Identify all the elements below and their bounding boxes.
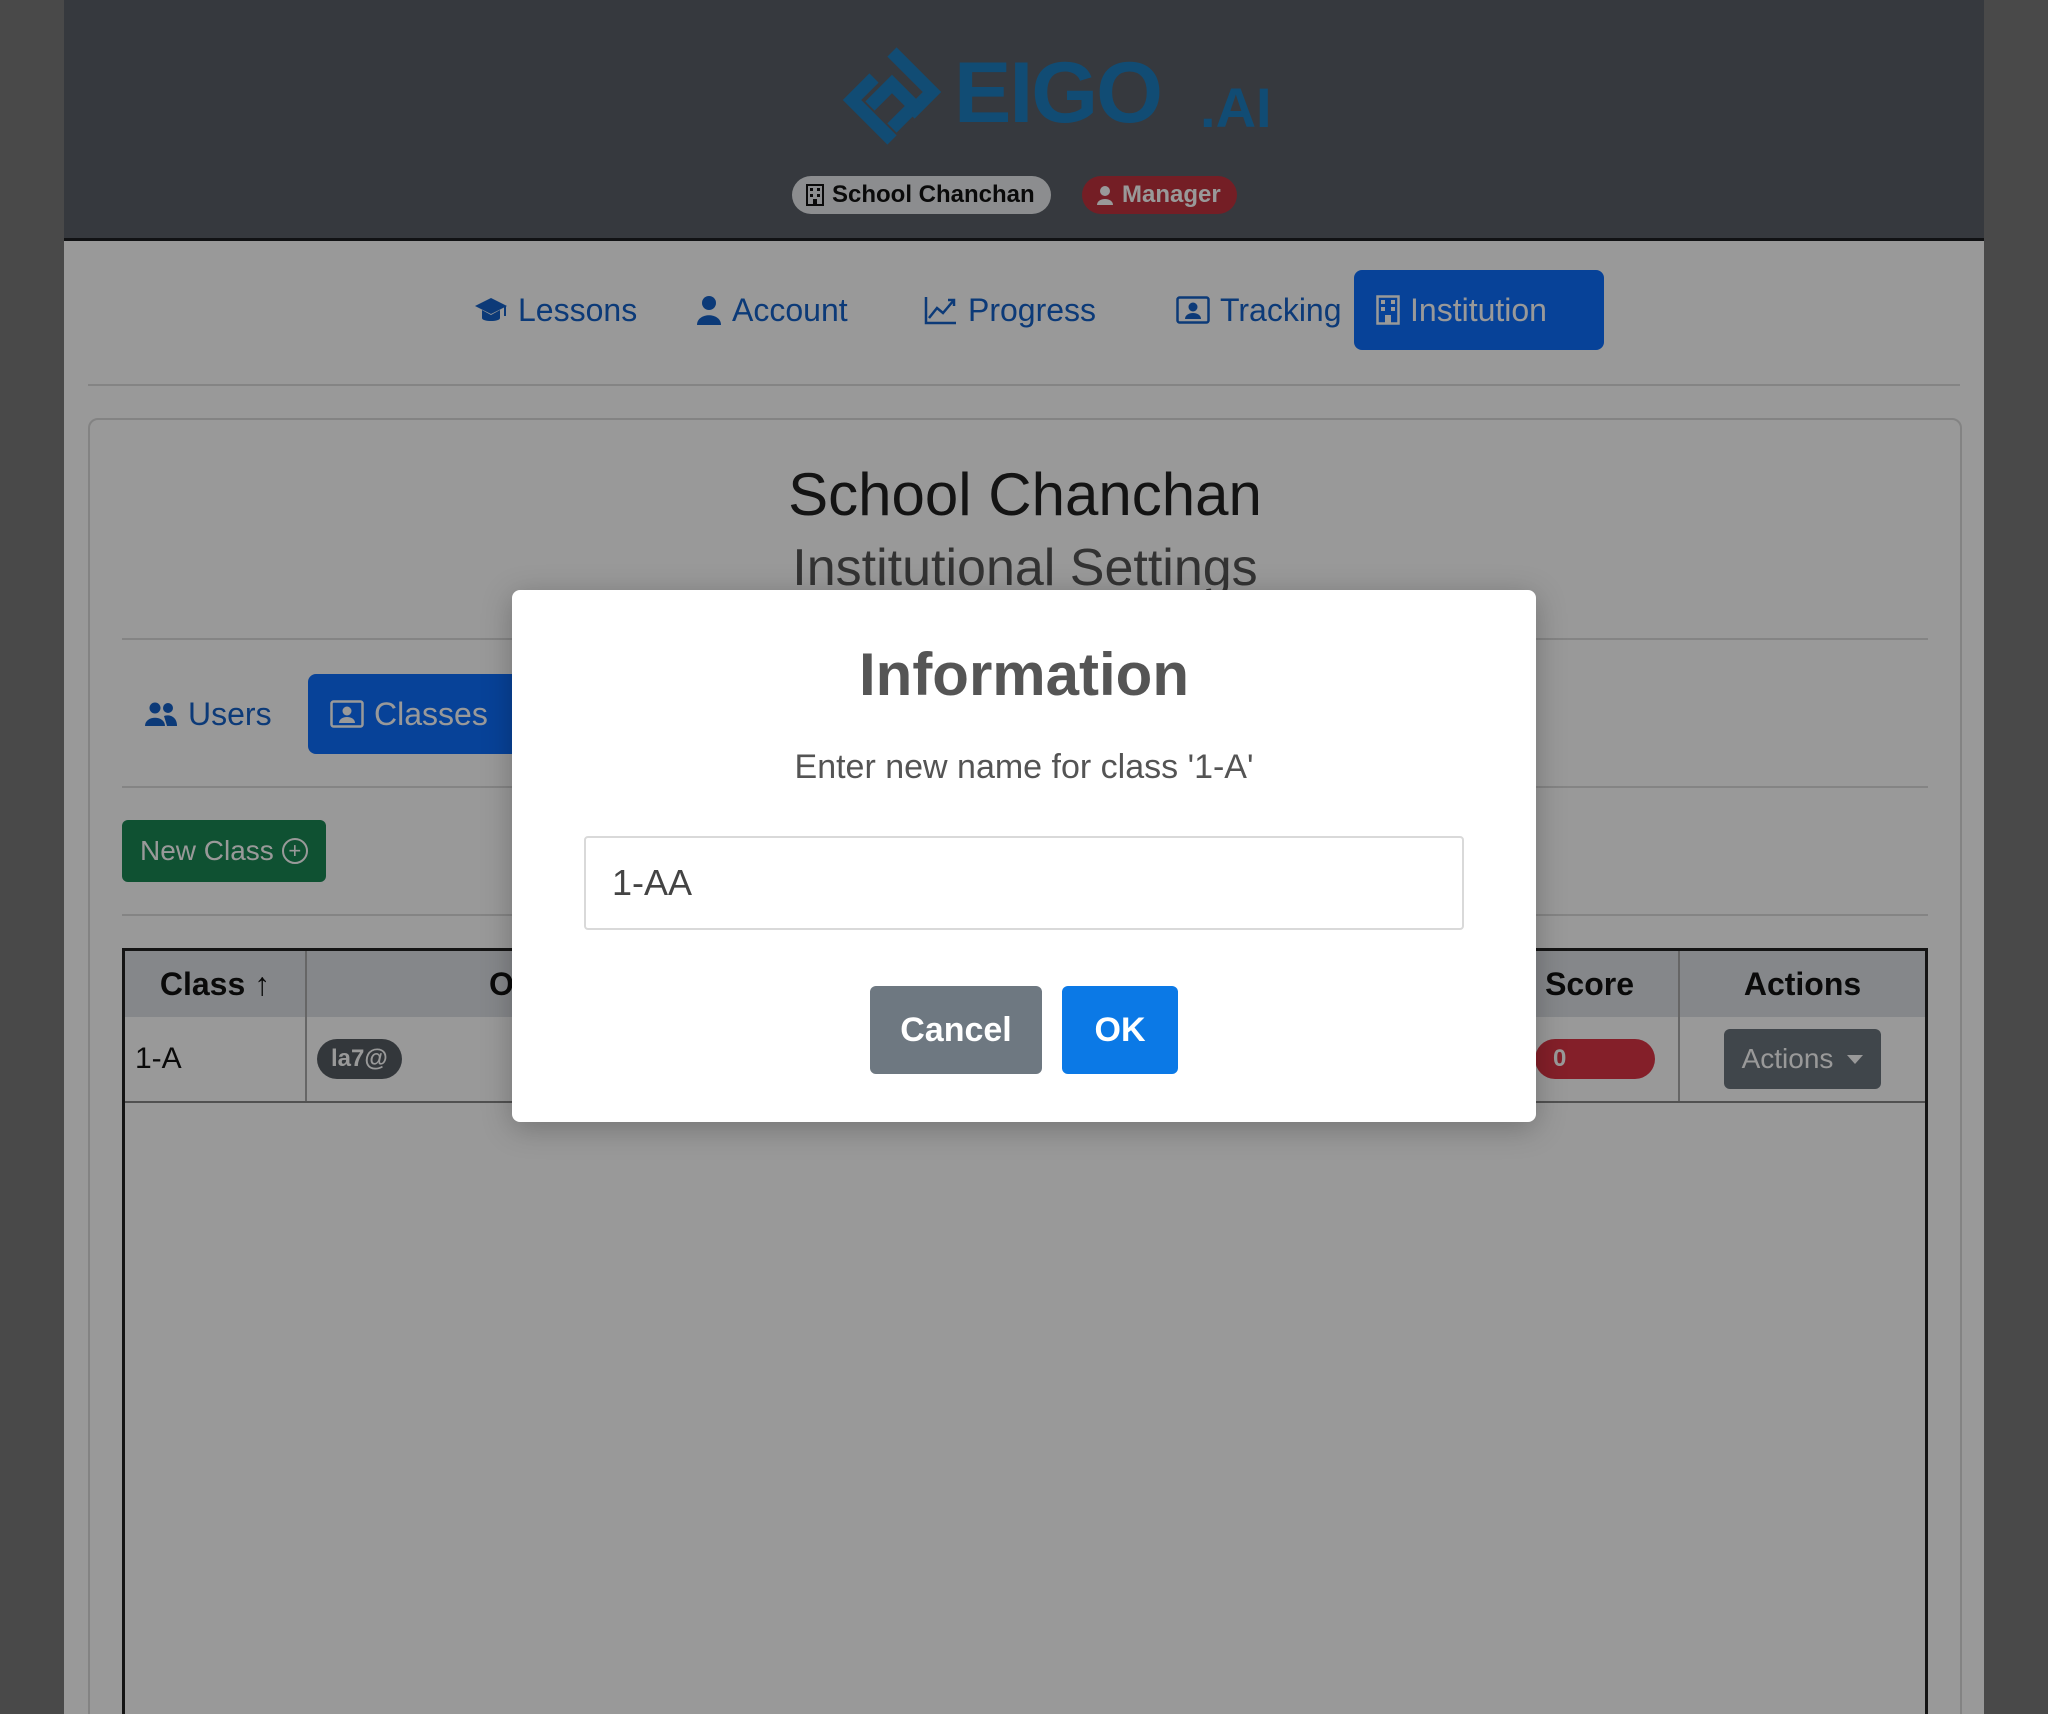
rename-class-dialog: Information Enter new name for class '1-… bbox=[512, 590, 1536, 1122]
dialog-message: Enter new name for class '1-A' bbox=[794, 748, 1254, 786]
class-name-input[interactable] bbox=[584, 836, 1464, 930]
dialog-title: Information bbox=[859, 641, 1189, 708]
cancel-button[interactable]: Cancel bbox=[870, 986, 1042, 1074]
modal-backdrop[interactable]: Information Enter new name for class '1-… bbox=[0, 0, 2048, 1714]
ok-button[interactable]: OK bbox=[1062, 986, 1178, 1074]
